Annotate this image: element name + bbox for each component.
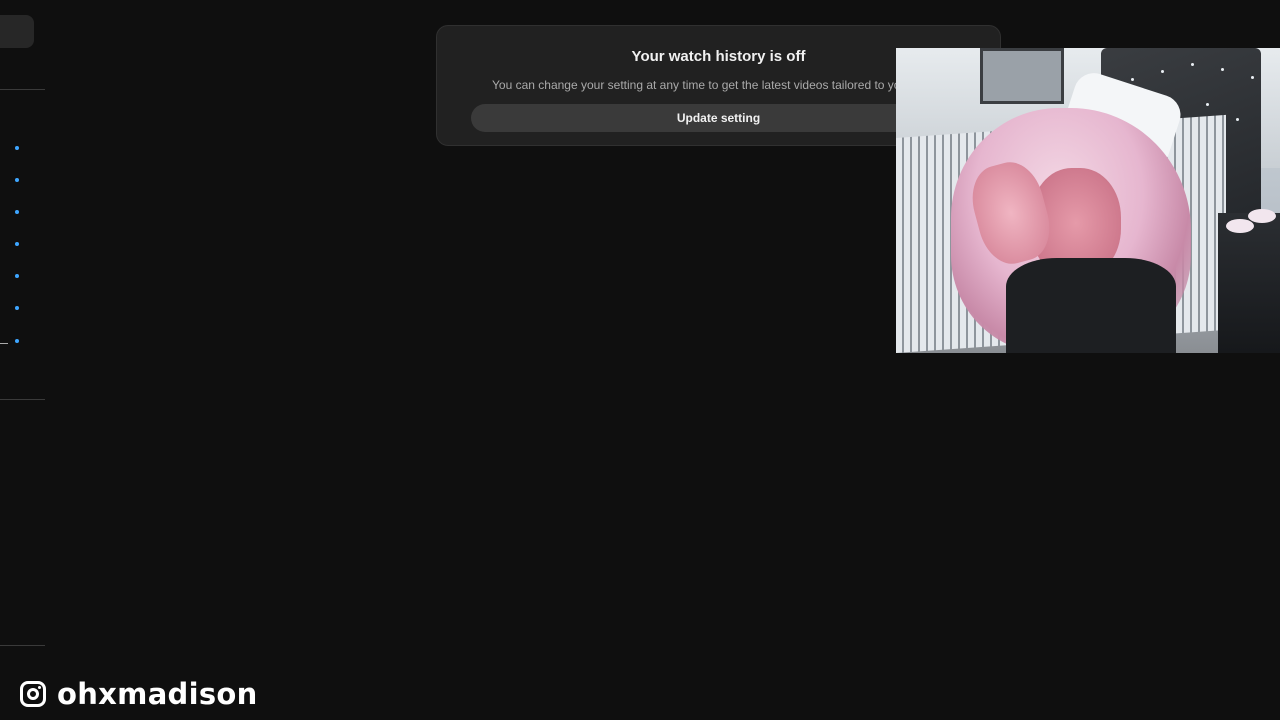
sidebar-divider	[0, 89, 45, 90]
webcam-overlay	[896, 48, 1280, 353]
sidebar-item-indicator[interactable]	[15, 146, 19, 150]
instagram-handle: ohxmadison	[57, 677, 258, 711]
sidebar	[0, 0, 45, 720]
sidebar-item-indicator[interactable]	[15, 242, 19, 246]
sidebar-item-indicator[interactable]	[15, 274, 19, 278]
webcam-nightstand	[1218, 209, 1280, 353]
sidebar-item-indicator[interactable]	[15, 210, 19, 214]
page: Your watch history is off You can change…	[0, 0, 1280, 720]
instagram-icon	[20, 681, 46, 707]
sidebar-item-text-fragment	[0, 343, 8, 344]
sidebar-divider	[0, 645, 45, 646]
sidebar-item-indicator[interactable]	[15, 306, 19, 310]
instagram-handle-overlay: ohxmadison	[20, 675, 258, 713]
sidebar-item-indicator[interactable]	[15, 178, 19, 182]
sidebar-active-item[interactable]	[0, 15, 34, 48]
watch-history-description: You can change your setting at any time …	[492, 78, 927, 92]
update-setting-button[interactable]: Update setting	[471, 104, 966, 132]
sidebar-divider	[0, 399, 45, 400]
sidebar-item-indicator[interactable]	[15, 339, 19, 343]
webcam-wall-picture	[980, 48, 1064, 104]
watch-history-description-text: You can change your setting at any time …	[492, 78, 911, 92]
webcam-person-clothing	[1006, 258, 1176, 353]
